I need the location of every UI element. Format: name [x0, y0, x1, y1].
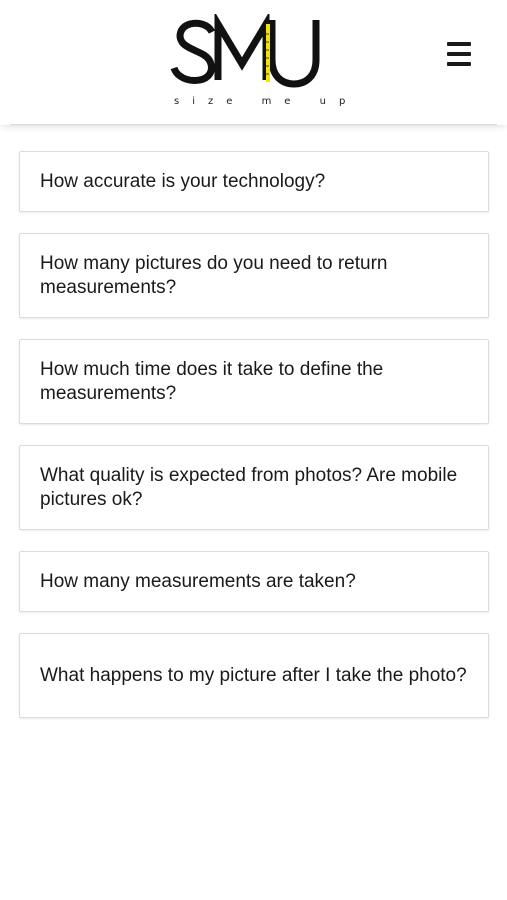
faq-item-measurements-count[interactable]: How many measurements are taken?	[19, 551, 489, 612]
faq-item-photo-quality[interactable]: What quality is expected from photos? Ar…	[19, 445, 489, 530]
faq-item-picture-privacy[interactable]: What happens to my picture after I take …	[19, 633, 489, 718]
faq-item-pictures-needed[interactable]: How many pictures do you need to return …	[19, 233, 489, 318]
faq-item-accuracy[interactable]: How accurate is your technology?	[19, 151, 489, 212]
menu-bar	[447, 62, 471, 66]
faq-question: How many measurements are taken?	[40, 570, 356, 592]
faq-question: How many pictures do you need to return …	[40, 252, 388, 298]
hamburger-menu-icon[interactable]	[441, 38, 477, 70]
faq-question: How accurate is your technology?	[40, 170, 326, 192]
app-header: size me up	[0, 0, 507, 125]
header-divider	[10, 124, 497, 125]
menu-bar	[447, 52, 471, 56]
faq-question: How much time does it take to define the…	[40, 358, 384, 404]
smu-logo[interactable]: size me up	[168, 14, 359, 114]
faq-question: What quality is expected from photos? Ar…	[40, 464, 458, 510]
menu-bar	[447, 42, 471, 46]
faq-list: How accurate is your technology? How man…	[19, 151, 489, 718]
faq-question: What happens to my picture after I take …	[40, 664, 467, 686]
logo-mark	[170, 14, 320, 88]
faq-item-processing-time[interactable]: How much time does it take to define the…	[19, 339, 489, 424]
logo-tagline: size me up	[174, 96, 359, 107]
